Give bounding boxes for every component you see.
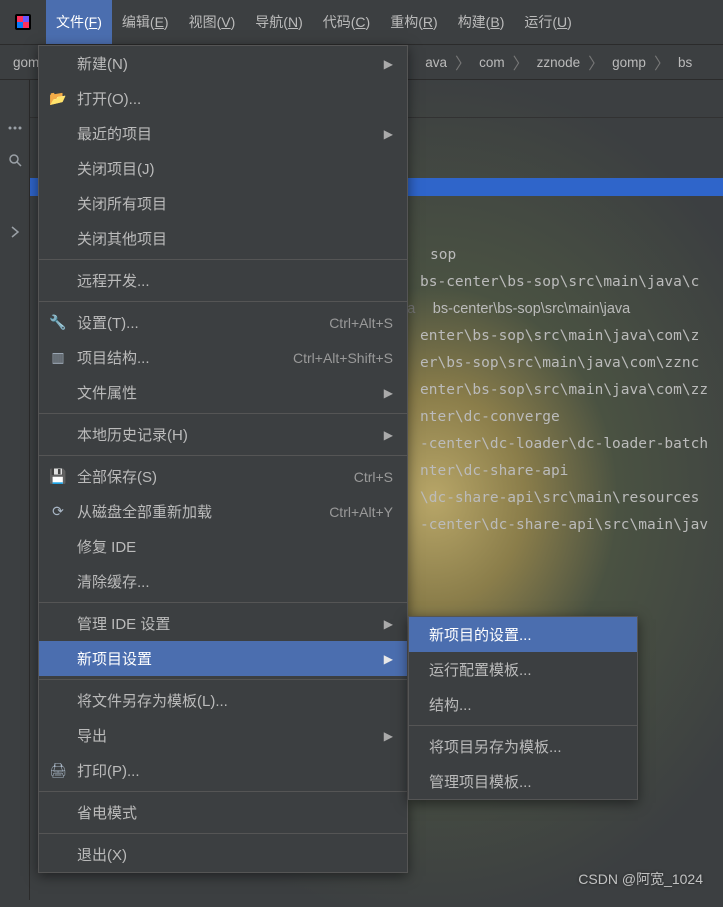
submenu-structure[interactable]: 结构... — [409, 687, 637, 722]
search-icon[interactable] — [7, 152, 23, 168]
ellipsis-icon[interactable] — [7, 120, 23, 136]
menu-recent[interactable]: 最近的项目▶ — [39, 116, 407, 151]
submenu-run-config-templates[interactable]: 运行配置模板... — [409, 652, 637, 687]
chevron-right-icon: ▶ — [384, 57, 393, 71]
chevron-right-icon: ▶ — [384, 617, 393, 631]
menu-power-save[interactable]: 省电模式 — [39, 795, 407, 830]
menu-edit[interactable]: 编辑(E) — [112, 0, 179, 44]
breadcrumb-item[interactable]: gomp — [604, 55, 654, 70]
menu-refactor[interactable]: 重构(R) — [380, 0, 447, 44]
menu-export[interactable]: 导出▶ — [39, 718, 407, 753]
title-bar: 文件(F) 编辑(E) 视图(V) 导航(N) 代码(C) 重构(R) 构建(B… — [0, 0, 723, 45]
chevron-right-icon: ▶ — [384, 428, 393, 442]
menu-manage-ide-settings[interactable]: 管理 IDE 设置▶ — [39, 606, 407, 641]
submenu-new-project-settings[interactable]: 新项目的设置... — [409, 617, 637, 652]
chevron-right-icon: 〉 — [513, 50, 529, 74]
file-menu-dropdown: 新建(N)▶ 📂打开(O)... 最近的项目▶ 关闭项目(J) 关闭所有项目 关… — [38, 45, 408, 873]
chevron-right-icon: ▶ — [384, 127, 393, 141]
menu-new[interactable]: 新建(N)▶ — [39, 46, 407, 81]
breadcrumb-item[interactable]: bs — [670, 55, 700, 70]
chevron-right-icon: ▶ — [384, 729, 393, 743]
menu-reload-disk[interactable]: ⟳从磁盘全部重新加载Ctrl+Alt+Y — [39, 494, 407, 529]
menu-close-all[interactable]: 关闭所有项目 — [39, 186, 407, 221]
left-gutter — [0, 80, 30, 900]
menu-print[interactable]: 🖨打印(P)... — [39, 753, 407, 788]
chevron-right-icon: ▶ — [384, 652, 393, 666]
reload-icon: ⟳ — [49, 503, 67, 521]
print-icon: 🖨 — [49, 762, 67, 780]
menu-close-project[interactable]: 关闭项目(J) — [39, 151, 407, 186]
menu-new-project-settings[interactable]: 新项目设置▶ — [39, 641, 407, 676]
menu-save-as-template[interactable]: 将文件另存为模板(L)... — [39, 683, 407, 718]
breadcrumb-item[interactable]: zznode — [529, 55, 589, 70]
chevron-right-icon: 〉 — [455, 50, 471, 74]
menu-project-structure[interactable]: ▥项目结构...Ctrl+Alt+Shift+S — [39, 340, 407, 375]
submenu-save-project-template[interactable]: 将项目另存为模板... — [409, 729, 637, 764]
chevron-right-icon: ▶ — [384, 386, 393, 400]
menu-navigate[interactable]: 导航(N) — [245, 0, 312, 44]
chevron-right-icon: 〉 — [654, 50, 670, 74]
folder-open-icon: 📂 — [49, 90, 67, 108]
save-icon: 💾 — [49, 468, 67, 486]
menu-exit[interactable]: 退出(X) — [39, 837, 407, 872]
submenu-manage-project-templates[interactable]: 管理项目模板... — [409, 764, 637, 799]
menu-build[interactable]: 构建(B) — [448, 0, 515, 44]
menu-file-properties[interactable]: 文件属性▶ — [39, 375, 407, 410]
menu-save-all[interactable]: 💾全部保存(S)Ctrl+S — [39, 459, 407, 494]
menu-clear-cache[interactable]: 清除缓存... — [39, 564, 407, 599]
new-project-settings-submenu: 新项目的设置... 运行配置模板... 结构... 将项目另存为模板... 管理… — [408, 616, 638, 800]
app-logo — [12, 11, 34, 33]
menu-close-other[interactable]: 关闭其他项目 — [39, 221, 407, 256]
menu-remote-dev[interactable]: 远程开发... — [39, 263, 407, 298]
breadcrumb-item[interactable]: ava — [417, 55, 455, 70]
wrench-icon: 🔧 — [49, 314, 67, 332]
menu-code[interactable]: 代码(C) — [313, 0, 380, 44]
menu-file[interactable]: 文件(F) — [46, 0, 112, 44]
breadcrumb-item[interactable]: com — [471, 55, 513, 70]
menu-repair-ide[interactable]: 修复 IDE — [39, 529, 407, 564]
menu-local-history[interactable]: 本地历史记录(H)▶ — [39, 417, 407, 452]
chevron-right-icon[interactable] — [7, 224, 23, 240]
chevron-right-icon: 〉 — [588, 50, 604, 74]
menu-run[interactable]: 运行(U) — [514, 0, 581, 44]
menu-bar: 文件(F) 编辑(E) 视图(V) 导航(N) 代码(C) 重构(R) 构建(B… — [46, 0, 582, 44]
watermark: CSDN @阿宽_1024 — [578, 869, 703, 889]
menu-view[interactable]: 视图(V) — [179, 0, 246, 44]
menu-open[interactable]: 📂打开(O)... — [39, 81, 407, 116]
menu-settings[interactable]: 🔧设置(T)...Ctrl+Alt+S — [39, 305, 407, 340]
structure-icon: ▥ — [49, 349, 67, 367]
